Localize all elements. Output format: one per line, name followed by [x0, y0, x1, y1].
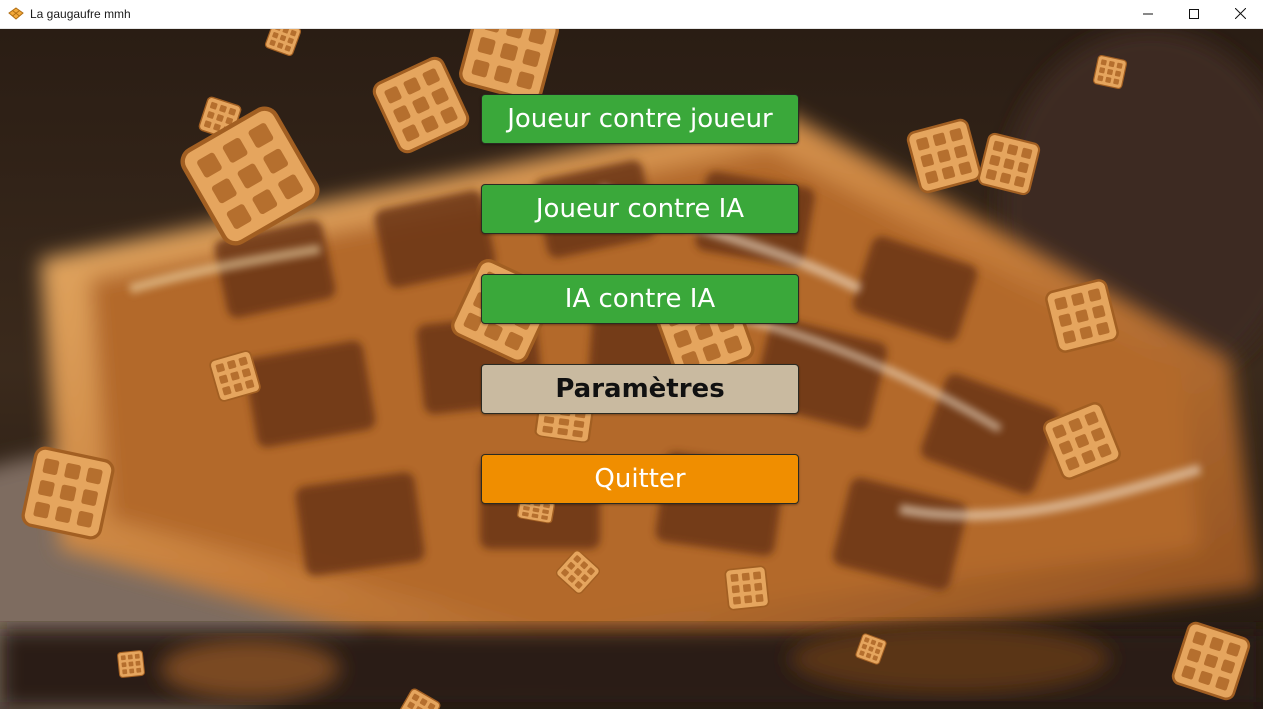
- quit-label: Quitter: [594, 464, 686, 494]
- ai-vs-ai-label: IA contre IA: [564, 284, 716, 314]
- settings-button[interactable]: Paramètres: [481, 364, 799, 414]
- minimize-button[interactable]: [1125, 0, 1171, 29]
- waffle-icon: [724, 565, 770, 611]
- player-vs-player-button[interactable]: Joueur contre joueur: [481, 94, 799, 144]
- window-title: La gaugaufre mmh: [30, 7, 131, 21]
- player-vs-player-label: Joueur contre joueur: [507, 104, 773, 134]
- player-vs-ai-button[interactable]: Joueur contre IA: [481, 184, 799, 234]
- window-title-bar[interactable]: La gaugaufre mmh: [0, 0, 1263, 29]
- waffle-icon: [1092, 54, 1128, 90]
- ai-vs-ai-button[interactable]: IA contre IA: [481, 274, 799, 324]
- quit-button[interactable]: Quitter: [481, 454, 799, 504]
- main-menu-scene: Joueur contre joueur Joueur contre IA IA…: [0, 29, 1263, 709]
- minimize-icon: [1143, 6, 1153, 24]
- waffle-icon: [8, 7, 24, 21]
- settings-label: Paramètres: [555, 374, 725, 404]
- maximize-button[interactable]: [1171, 0, 1217, 29]
- maximize-icon: [1189, 6, 1199, 24]
- close-icon: [1234, 6, 1246, 24]
- waffle-icon: [117, 650, 146, 679]
- close-button[interactable]: [1217, 0, 1263, 29]
- player-vs-ai-label: Joueur contre IA: [535, 194, 745, 224]
- waffle-icon: [19, 444, 116, 541]
